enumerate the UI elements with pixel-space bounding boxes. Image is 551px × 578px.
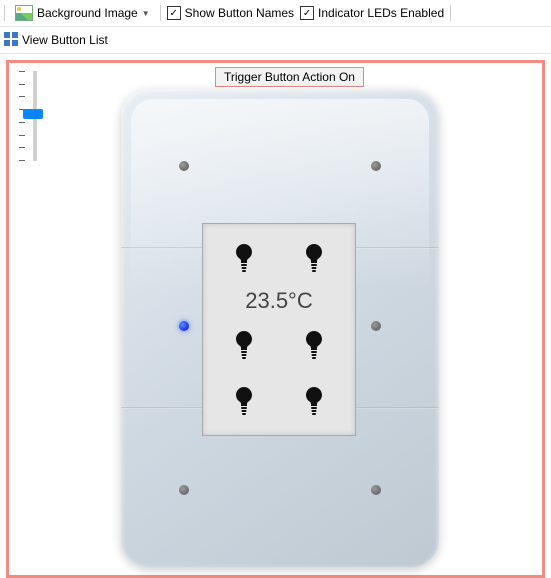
bulb-icon[interactable]	[302, 243, 326, 273]
bulb-icon[interactable]	[232, 386, 256, 416]
device-screen: 23.5°C	[202, 223, 356, 436]
bulb-icon[interactable]	[232, 243, 256, 273]
grid-icon	[4, 32, 18, 49]
brightness-slider[interactable]	[17, 71, 43, 161]
indicator-led-4[interactable]	[371, 321, 381, 331]
slider-track	[33, 71, 37, 161]
show-button-names-label: Show Button Names	[185, 6, 294, 20]
checkbox-box: ✓	[300, 6, 314, 20]
bulb-icon[interactable]	[302, 386, 326, 416]
background-image-label: Background Image	[37, 6, 138, 20]
checkbox-box: ✓	[167, 6, 181, 20]
device-panel: 23.5°C	[121, 89, 439, 567]
indicator-led-3[interactable]	[179, 321, 189, 331]
indicator-leds-label: Indicator LEDs Enabled	[318, 6, 444, 20]
toolbar-separator	[4, 5, 5, 21]
show-button-names-checkbox[interactable]: ✓ Show Button Names	[167, 6, 294, 20]
background-image-dropdown[interactable]: Background Image ▼	[11, 5, 154, 21]
indicator-leds-checkbox[interactable]: ✓ Indicator LEDs Enabled	[300, 6, 444, 20]
toolbar: Background Image ▼ ✓ Show Button Names ✓…	[0, 0, 551, 27]
view-button-list-button[interactable]: View Button List	[22, 33, 108, 47]
bulb-icon[interactable]	[302, 330, 326, 360]
bulb-icon[interactable]	[232, 330, 256, 360]
image-icon	[15, 5, 33, 21]
indicator-led-2[interactable]	[371, 161, 381, 171]
indicator-led-1[interactable]	[179, 161, 189, 171]
indicator-led-5[interactable]	[179, 485, 189, 495]
slider-thumb[interactable]	[23, 109, 43, 119]
toolbar-separator	[450, 5, 451, 21]
toolbar-row-2: View Button List	[0, 27, 551, 54]
preview-area: Trigger Button Action On 23.5°C	[6, 60, 545, 578]
indicator-led-6[interactable]	[371, 485, 381, 495]
trigger-button-action-on-button[interactable]: Trigger Button Action On	[215, 67, 364, 87]
chevron-down-icon: ▼	[142, 9, 150, 18]
toolbar-separator	[160, 5, 161, 21]
temperature-display: 23.5°C	[245, 288, 313, 314]
